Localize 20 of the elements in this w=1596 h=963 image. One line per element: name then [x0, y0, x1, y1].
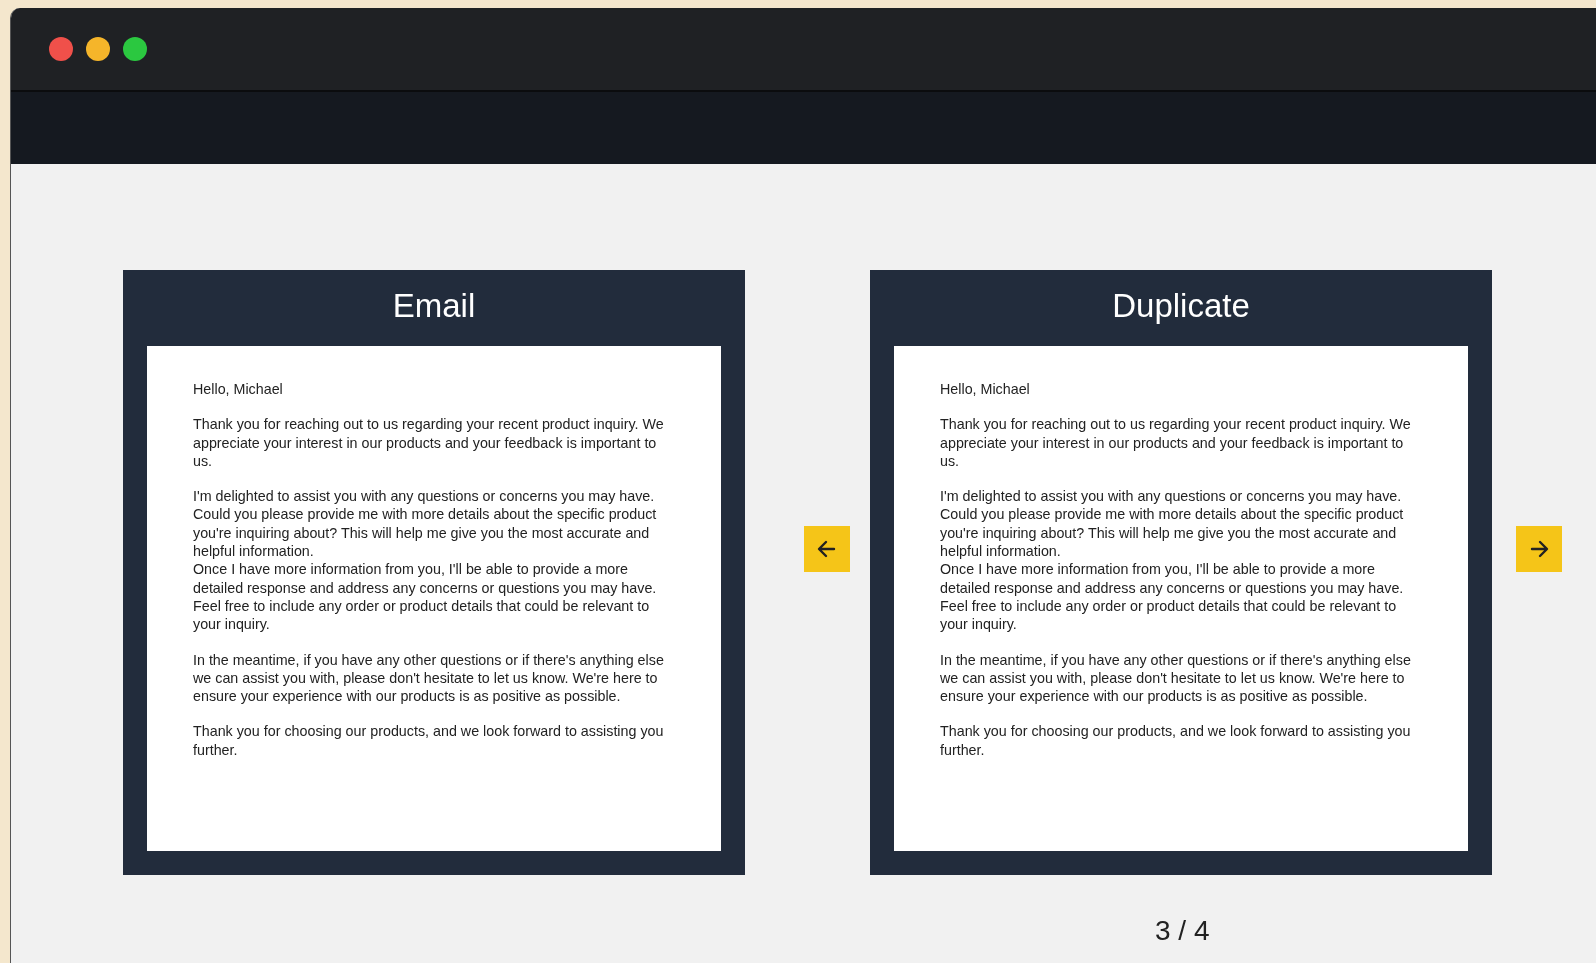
- email-paragraph: Thank you for choosing our products, and we look forward to assisting you further.: [193, 722, 665, 760]
- window-control-button[interactable]: [49, 37, 73, 61]
- email-paragraph: In the meantime, if you have any other questions or if there's anything else we can assist you with, please don't hesitate to let us know. We're here to ensure your experience with our products is as positive as possible.: [940, 650, 1412, 706]
- window-control-button[interactable]: [86, 37, 110, 61]
- previous-button[interactable]: [804, 526, 850, 572]
- page-indicator: 3 / 4: [1155, 915, 1210, 947]
- email-paragraph: Once I have more information from you, I'll be able to provide a more detailed response and address any concerns or questions you may have. Feel free to include any order or product details that could be relevant to your inquiry.: [193, 560, 658, 634]
- email-paragraph: Hello, Michael: [193, 380, 284, 399]
- email-paragraph: Hello, Michael: [940, 380, 1031, 399]
- window-control-button[interactable]: [123, 37, 147, 61]
- email-paragraph: I'm delighted to assist you with any questions or concerns you may have. Could you please provide me with more details about the specific product you're inquiring about? This will help me give you the most accurate and helpful information.: [193, 487, 658, 561]
- card-title: Email: [392, 286, 476, 326]
- email-paragraph: In the meantime, if you have any other questions or if there's anything else we can assist you with, please don't hesitate to let us know. We're here to ensure your experience with our products is as positive as possible.: [193, 650, 665, 706]
- email-paragraph: Thank you for reaching out to us regarding your recent product inquiry. We appreciate your interest in our products and your feedback is important to us.: [940, 415, 1412, 471]
- next-button[interactable]: [1516, 526, 1562, 572]
- email-paragraph: Thank you for reaching out to us regarding your recent product inquiry. We appreciate your interest in our products and your feedback is important to us.: [193, 415, 665, 471]
- card-title: Duplicate: [1112, 286, 1250, 326]
- email-paragraph: Once I have more information from you, I'll be able to provide a more detailed response and address any concerns or questions you may have. Feel free to include any order or product details that could be relevant to your inquiry.: [940, 560, 1405, 634]
- email-paragraph: Thank you for choosing our products, and we look forward to assisting you further.: [940, 722, 1412, 760]
- email-paragraph: I'm delighted to assist you with any questions or concerns you may have. Could you please provide me with more details about the specific product you're inquiring about? This will help me give you the most accurate and helpful information.: [940, 487, 1405, 561]
